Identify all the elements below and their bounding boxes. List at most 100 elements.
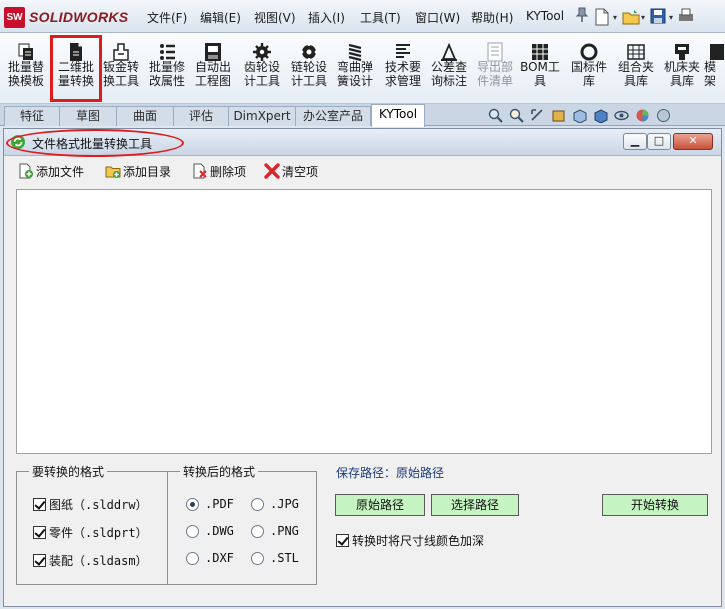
pdf-radio[interactable] [186, 497, 199, 511]
save-disk-icon[interactable] [650, 8, 666, 26]
minimize-button[interactable]: ▁ [623, 133, 647, 150]
maximize-button[interactable]: □ [647, 133, 671, 150]
ribbon-mold-base[interactable]: 模架 [704, 33, 725, 103]
save-dropdown-chevron-icon[interactable]: ▾ [669, 13, 675, 22]
ribbon-replace-template-label: 批量替 换模板 [7, 60, 44, 88]
ribbon-machine-fixture[interactable]: 机床夹 具库 [659, 33, 705, 103]
original-path-button[interactable]: 原始路径 [335, 494, 425, 516]
darken-dimension-lines-option[interactable]: 转换时将尺寸线颜色加深 [336, 532, 484, 549]
clear-items-button[interactable]: 清空项 [264, 161, 318, 181]
menu-view[interactable]: 视图(V) [254, 9, 296, 26]
ribbon-tolerance-lookup-label: 公差查 询标注 [430, 60, 467, 88]
print-icon[interactable] [678, 8, 694, 26]
jpg-radio[interactable] [251, 497, 264, 511]
open-folder-icon[interactable] [622, 8, 640, 26]
ribbon-standard-parts-label: 国标件 库 [570, 60, 607, 88]
edit-properties-icon [158, 42, 176, 62]
ribbon-gear-design-label: 齿轮设 计工具 [243, 60, 280, 88]
target-option-png[interactable]: .PNG [251, 524, 299, 538]
menu-kytool[interactable]: KYTool [526, 9, 564, 23]
ribbon-auto-drawing[interactable]: 自动出 工程图 [191, 33, 235, 103]
solidworks-logo[interactable]: SW SOLIDWORKS [4, 6, 128, 28]
new-document-icon[interactable] [594, 8, 610, 26]
assembly-checkbox[interactable] [33, 554, 46, 567]
ribbon-export-parts-list[interactable]: 导出部 件清单 [473, 33, 517, 103]
choose-path-button[interactable]: 选择路径 [431, 494, 519, 516]
view-orientation-icon[interactable] [572, 108, 587, 124]
menu-edit[interactable]: 编辑(E) [200, 9, 241, 26]
add-file-button[interactable]: 添加文件 [18, 161, 84, 181]
ribbon-tech-requirements[interactable]: 技术要 求管理 [381, 33, 425, 103]
replace-template-icon [17, 42, 35, 62]
tab-kytool[interactable]: KYTool [371, 104, 425, 127]
dwg-radio[interactable] [186, 524, 199, 538]
start-convert-button[interactable]: 开始转换 [602, 494, 708, 516]
hide-show-items-icon[interactable] [614, 108, 629, 123]
target-option-stl[interactable]: .STL [251, 551, 299, 565]
tab-office-products[interactable]: 办公室产品 [295, 106, 371, 126]
dialog-title: 文件格式批量转换工具 [32, 137, 153, 151]
tab-sketch[interactable]: 草图 [59, 106, 117, 126]
drawing-icon [204, 42, 222, 62]
source-option-assembly[interactable]: 装配（.sldasm） [33, 552, 148, 569]
part-checkbox[interactable] [33, 526, 46, 539]
ribbon-bom-tool-label: BOM工 具 [520, 60, 560, 88]
file-list[interactable] [16, 189, 712, 454]
tab-features[interactable]: 特征 [4, 106, 60, 126]
target-option-jpg[interactable]: .JPG [251, 497, 299, 511]
add-directory-button[interactable]: 添加目录 [105, 161, 171, 181]
close-button[interactable]: ✕ [673, 133, 713, 150]
ribbon-bom-tool[interactable]: BOM工 具 [519, 33, 561, 103]
heads-up-view-toolbar [488, 106, 725, 124]
export-list-icon [486, 42, 504, 62]
menu-insert[interactable]: 插入(I) [308, 9, 345, 26]
ribbon-batch-convert-label: 二维批 量转换 [57, 60, 94, 88]
pin-icon[interactable] [575, 7, 589, 23]
menu-window[interactable]: 窗口(W) [415, 9, 460, 26]
tab-evaluate[interactable]: 评估 [173, 106, 229, 126]
command-ribbon: 批量替 换模板 二维批 量转换 钣金转 换工具 批量修 改属性 自动出 工程图 … [0, 33, 725, 104]
ribbon-spring-design-label: 弯曲弹 簧设计 [336, 60, 373, 88]
ribbon-sprocket-design[interactable]: 链轮设 计工具 [287, 33, 331, 103]
ribbon-tolerance-lookup[interactable]: 公差查 询标注 [427, 33, 471, 103]
dxf-radio[interactable] [186, 551, 199, 565]
ribbon-batch-convert[interactable]: 二维批 量转换 [53, 33, 99, 103]
target-format-group: 转换后的格式 .PDF .JPG .DWG .PNG .DXF .STL [167, 463, 317, 585]
menu-tools[interactable]: 工具(T) [360, 9, 401, 26]
section-view-icon[interactable] [551, 108, 566, 123]
target-option-dwg[interactable]: .DWG [186, 524, 234, 538]
ribbon-sprocket-design-label: 链轮设 计工具 [290, 60, 327, 88]
target-option-dxf[interactable]: .DXF [186, 551, 234, 565]
zoom-area-icon[interactable] [509, 108, 524, 123]
ribbon-standard-parts[interactable]: 国标件 库 [566, 33, 612, 103]
delete-file-icon [192, 163, 208, 179]
source-option-drawing[interactable]: 图纸（.slddrw） [33, 496, 148, 513]
ribbon-edit-properties[interactable]: 批量修 改属性 [145, 33, 189, 103]
menu-file[interactable]: 文件(F) [147, 9, 187, 26]
dialog-title-bar[interactable]: 文件格式批量转换工具 ▁ □ ✕ [4, 129, 721, 157]
appearance-icon[interactable] [635, 108, 650, 123]
delete-item-button[interactable]: 删除项 [192, 161, 246, 181]
previous-view-icon[interactable] [530, 108, 545, 123]
target-option-pdf[interactable]: .PDF [186, 497, 234, 511]
darken-dimension-lines-checkbox[interactable] [336, 534, 349, 547]
stl-radio[interactable] [251, 551, 264, 565]
ribbon-spring-design[interactable]: 弯曲弹 簧设计 [333, 33, 377, 103]
tab-dimxpert[interactable]: DimXpert [228, 106, 296, 126]
menu-help[interactable]: 帮助(H) [471, 9, 513, 26]
new-dropdown-chevron-icon[interactable]: ▾ [613, 13, 619, 22]
scene-icon[interactable] [656, 108, 671, 123]
tab-surfaces[interactable]: 曲面 [116, 106, 174, 126]
open-dropdown-chevron-icon[interactable]: ▾ [641, 13, 647, 22]
source-option-part[interactable]: 零件（.sldprt） [33, 524, 148, 541]
display-style-icon[interactable] [593, 108, 608, 124]
drawing-checkbox[interactable] [33, 498, 46, 511]
gear-icon [253, 42, 271, 62]
png-radio[interactable] [251, 524, 264, 538]
close-icon: ✕ [688, 134, 698, 147]
zoom-to-fit-icon[interactable] [488, 108, 503, 123]
ribbon-fixture-library[interactable]: 组合夹 具库 [613, 33, 659, 103]
ribbon-replace-template[interactable]: 批量替 换模板 [4, 33, 48, 103]
ribbon-gear-design[interactable]: 齿轮设 计工具 [240, 33, 284, 103]
ribbon-sheet-metal[interactable]: 钣金转 换工具 [99, 33, 143, 103]
